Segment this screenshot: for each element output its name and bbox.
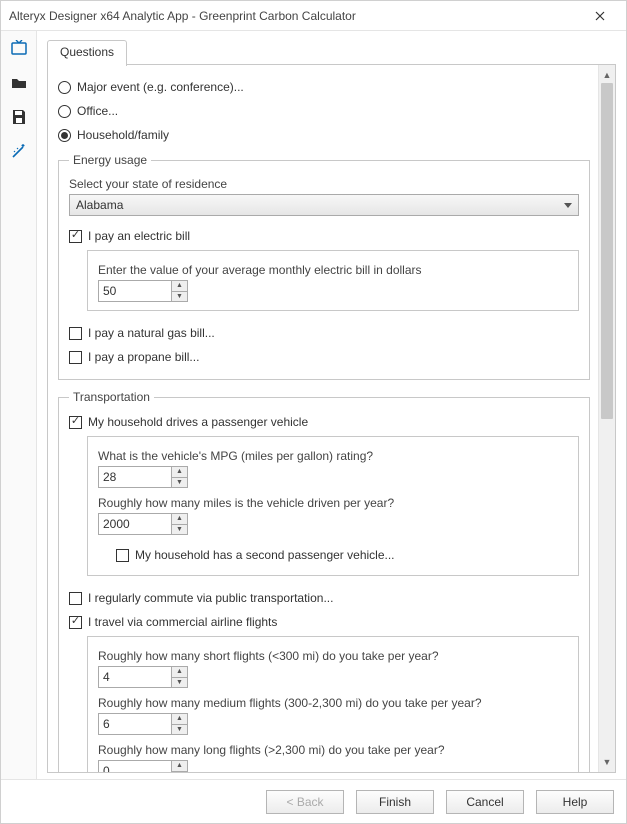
- folder-icon[interactable]: [7, 71, 31, 95]
- spinner-up-icon[interactable]: ▲: [172, 514, 187, 525]
- long-flights-value[interactable]: 0: [99, 761, 171, 772]
- spinner-down-icon[interactable]: ▼: [172, 678, 187, 688]
- wand-icon[interactable]: [7, 139, 31, 163]
- left-toolbar: [1, 31, 37, 779]
- drive-panel: What is the vehicle's MPG (miles per gal…: [87, 436, 579, 576]
- mpg-spinner[interactable]: 28 ▲▼: [98, 466, 188, 488]
- scroll-down-icon[interactable]: ▼: [601, 754, 613, 770]
- medium-flights-value[interactable]: 6: [99, 714, 171, 734]
- electric-value[interactable]: 50: [99, 281, 171, 301]
- state-select-value: Alabama: [76, 198, 123, 212]
- miles-value[interactable]: 2000: [99, 514, 171, 534]
- check-air-label: I travel via commercial airline flights: [88, 615, 277, 629]
- close-icon: [595, 11, 605, 21]
- check-electric-label: I pay an electric bill: [88, 229, 190, 243]
- check-public-transit-label: I regularly commute via public transport…: [88, 591, 333, 605]
- finish-button[interactable]: Finish: [356, 790, 434, 814]
- check-electric[interactable]: [69, 230, 82, 243]
- scroll-track[interactable]: [601, 83, 613, 754]
- radio-household[interactable]: [58, 129, 71, 142]
- scroll-thumb[interactable]: [601, 83, 613, 419]
- check-propane-label: I pay a propane bill...: [88, 350, 199, 364]
- spinner-up-icon[interactable]: ▲: [172, 714, 187, 725]
- form-body: Major event (e.g. conference)... Office.…: [48, 65, 598, 772]
- radio-major-event[interactable]: [58, 81, 71, 94]
- group-transport-legend: Transportation: [69, 390, 154, 404]
- miles-label: Roughly how many miles is the vehicle dr…: [98, 496, 568, 510]
- cancel-button[interactable]: Cancel: [446, 790, 524, 814]
- miles-spinner[interactable]: 2000 ▲▼: [98, 513, 188, 535]
- state-label: Select your state of residence: [69, 177, 579, 191]
- spinner-up-icon[interactable]: ▲: [172, 467, 187, 478]
- scroll-up-icon[interactable]: ▲: [601, 67, 613, 83]
- group-energy: Energy usage Select your state of reside…: [58, 153, 590, 380]
- long-flights-label: Roughly how many long flights (>2,300 mi…: [98, 743, 568, 757]
- tab-questions[interactable]: Questions: [47, 40, 127, 66]
- group-energy-legend: Energy usage: [69, 153, 151, 167]
- check-air[interactable]: [69, 616, 82, 629]
- help-button[interactable]: Help: [536, 790, 614, 814]
- window-title: Alteryx Designer x64 Analytic App - Gree…: [9, 9, 580, 23]
- window-close-button[interactable]: [580, 2, 620, 30]
- radio-office-label: Office...: [77, 104, 118, 118]
- radio-office[interactable]: [58, 105, 71, 118]
- mpg-label: What is the vehicle's MPG (miles per gal…: [98, 449, 568, 463]
- open-icon[interactable]: [7, 37, 31, 61]
- check-drive[interactable]: [69, 416, 82, 429]
- electric-prompt: Enter the value of your average monthly …: [98, 263, 568, 277]
- tabstrip: Questions: [47, 39, 616, 65]
- spinner-up-icon[interactable]: ▲: [172, 667, 187, 678]
- check-propane[interactable]: [69, 351, 82, 364]
- electric-panel: Enter the value of your average monthly …: [87, 250, 579, 311]
- titlebar: Alteryx Designer x64 Analytic App - Gree…: [1, 1, 626, 31]
- spinner-down-icon[interactable]: ▼: [172, 292, 187, 302]
- long-flights-spinner[interactable]: 0 ▲▼: [98, 760, 188, 772]
- spinner-down-icon[interactable]: ▼: [172, 725, 187, 735]
- spinner-up-icon[interactable]: ▲: [172, 761, 187, 772]
- check-drive-label: My household drives a passenger vehicle: [88, 415, 308, 429]
- medium-flights-label: Roughly how many medium flights (300-2,3…: [98, 696, 568, 710]
- check-gas[interactable]: [69, 327, 82, 340]
- check-second-vehicle-label: My household has a second passenger vehi…: [135, 548, 395, 562]
- radio-major-event-label: Major event (e.g. conference)...: [77, 80, 244, 94]
- group-transport: Transportation My household drives a pas…: [58, 390, 590, 772]
- spinner-down-icon[interactable]: ▼: [172, 772, 187, 773]
- spinner-down-icon[interactable]: ▼: [172, 478, 187, 488]
- state-select[interactable]: Alabama: [69, 194, 579, 216]
- medium-flights-spinner[interactable]: 6 ▲▼: [98, 713, 188, 735]
- check-second-vehicle[interactable]: [116, 549, 129, 562]
- save-icon[interactable]: [7, 105, 31, 129]
- short-flights-label: Roughly how many short flights (<300 mi)…: [98, 649, 568, 663]
- check-gas-label: I pay a natural gas bill...: [88, 326, 215, 340]
- air-panel: Roughly how many short flights (<300 mi)…: [87, 636, 579, 772]
- radio-household-label: Household/family: [77, 128, 169, 142]
- footer-buttons: < Back Finish Cancel Help: [1, 779, 626, 823]
- vertical-scrollbar[interactable]: ▲ ▼: [598, 65, 615, 772]
- app-window: Alteryx Designer x64 Analytic App - Gree…: [0, 0, 627, 824]
- mpg-value[interactable]: 28: [99, 467, 171, 487]
- short-flights-value[interactable]: 4: [99, 667, 171, 687]
- short-flights-spinner[interactable]: 4 ▲▼: [98, 666, 188, 688]
- electric-value-spinner[interactable]: 50 ▲▼: [98, 280, 188, 302]
- check-public-transit[interactable]: [69, 592, 82, 605]
- spinner-down-icon[interactable]: ▼: [172, 525, 187, 535]
- spinner-up-icon[interactable]: ▲: [172, 281, 187, 292]
- back-button[interactable]: < Back: [266, 790, 344, 814]
